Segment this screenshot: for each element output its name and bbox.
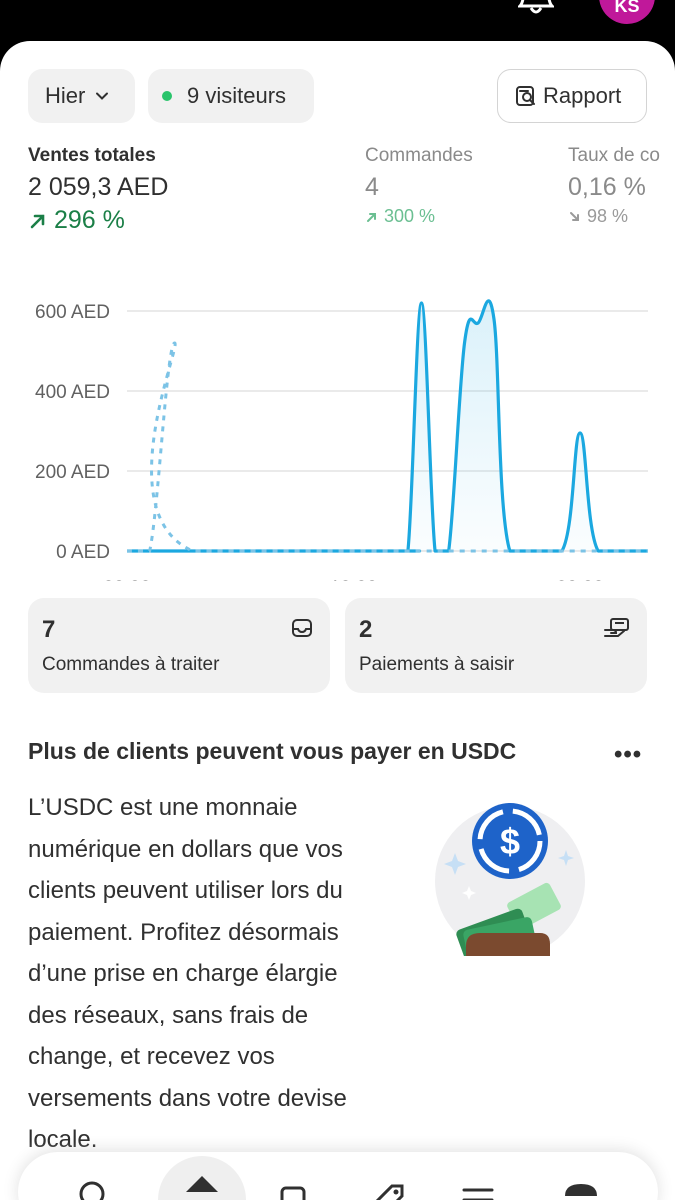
sales-chart[interactable]: 0 AED 200 AED 400 AED 600 AED 00:00 10:00 20:0… <box>0 291 675 581</box>
inbox-icon <box>292 619 312 637</box>
stat-value: 2 059,3 AED <box>28 173 169 201</box>
x-tick-label: 20:00 <box>556 578 604 581</box>
stat-value: 4 <box>365 173 379 201</box>
menu-icon[interactable] <box>458 1178 498 1200</box>
live-dot-icon <box>162 91 172 101</box>
card-count: 7 <box>42 616 56 643</box>
stat-delta-value: 300 % <box>384 206 436 226</box>
y-tick-label: 400 AED <box>35 382 110 403</box>
promo-title: Plus de clients peuvent vous payer en US… <box>28 738 517 764</box>
x-tick-label: 00:00 <box>103 578 151 581</box>
y-tick-label: 600 AED <box>35 302 110 323</box>
avatar[interactable]: KS <box>599 0 655 24</box>
bottom-nav <box>18 1152 658 1200</box>
stat-delta: 300 % <box>365 206 473 227</box>
date-filter-label: Hier <box>45 83 86 108</box>
store-icon[interactable] <box>561 1178 601 1200</box>
status-area: KS <box>0 0 675 44</box>
stat-delta: 98 % <box>568 206 660 227</box>
stat-conversion-rate[interactable]: Taux de co 0,16 % 98 % <box>568 145 660 227</box>
promo-body: L’USDC est une monnaie numérique en doll… <box>28 794 347 1153</box>
stat-label: Taux de co <box>568 145 660 166</box>
more-options-icon[interactable]: ••• <box>614 741 642 769</box>
y-tick-label: 0 AED <box>56 542 110 563</box>
report-label: Rapport <box>543 83 622 108</box>
stat-delta-value: 296 % <box>54 206 125 234</box>
stat-label: Ventes totales <box>28 145 156 166</box>
dashboard-sheet: Hier 9 visiteurs Rapport Ventes totales … <box>0 41 675 1200</box>
visitors-chip[interactable]: 9 visiteurs <box>148 69 314 123</box>
search-icon[interactable] <box>74 1178 114 1200</box>
usdc-wallet-illustration: $ <box>435 803 585 956</box>
stat-delta-value: 98 % <box>587 206 629 226</box>
series-line-current <box>127 299 648 553</box>
card-count: 2 <box>359 616 373 643</box>
date-filter[interactable]: Hier <box>28 69 135 123</box>
y-tick-label: 200 AED <box>35 462 110 483</box>
chevron-down-icon <box>96 92 109 100</box>
x-tick-label: 10:00 <box>330 578 378 581</box>
arrow-up-right-icon <box>30 214 45 228</box>
payments-to-capture-card[interactable]: 2 Paiements à saisir <box>345 598 647 693</box>
stat-delta: 296 % <box>28 206 168 235</box>
arrow-down-right-icon <box>570 211 579 221</box>
stat-value: 0,16 % <box>568 173 646 201</box>
home-icon[interactable] <box>182 1172 222 1200</box>
card-label: Paiements à saisir <box>359 654 515 675</box>
report-button[interactable]: Rapport <box>497 69 647 123</box>
orders-icon[interactable] <box>274 1178 314 1200</box>
stat-label: Commandes <box>365 145 473 166</box>
svg-text:$: $ <box>500 821 520 862</box>
stat-total-sales[interactable]: Ventes totales 2 059,3 AED 296 % <box>28 145 168 235</box>
bell-icon[interactable] <box>518 0 554 16</box>
orders-to-process-card[interactable]: 7 Commandes à traiter <box>28 598 330 693</box>
arrow-up-right-icon <box>367 212 376 222</box>
visitors-label: 9 visiteurs <box>187 83 287 108</box>
stat-orders[interactable]: Commandes 4 300 % <box>365 145 473 227</box>
payment-hand-icon <box>604 618 629 637</box>
report-search-icon <box>516 86 535 106</box>
tag-icon[interactable] <box>368 1178 408 1200</box>
card-label: Commandes à traiter <box>42 654 220 675</box>
